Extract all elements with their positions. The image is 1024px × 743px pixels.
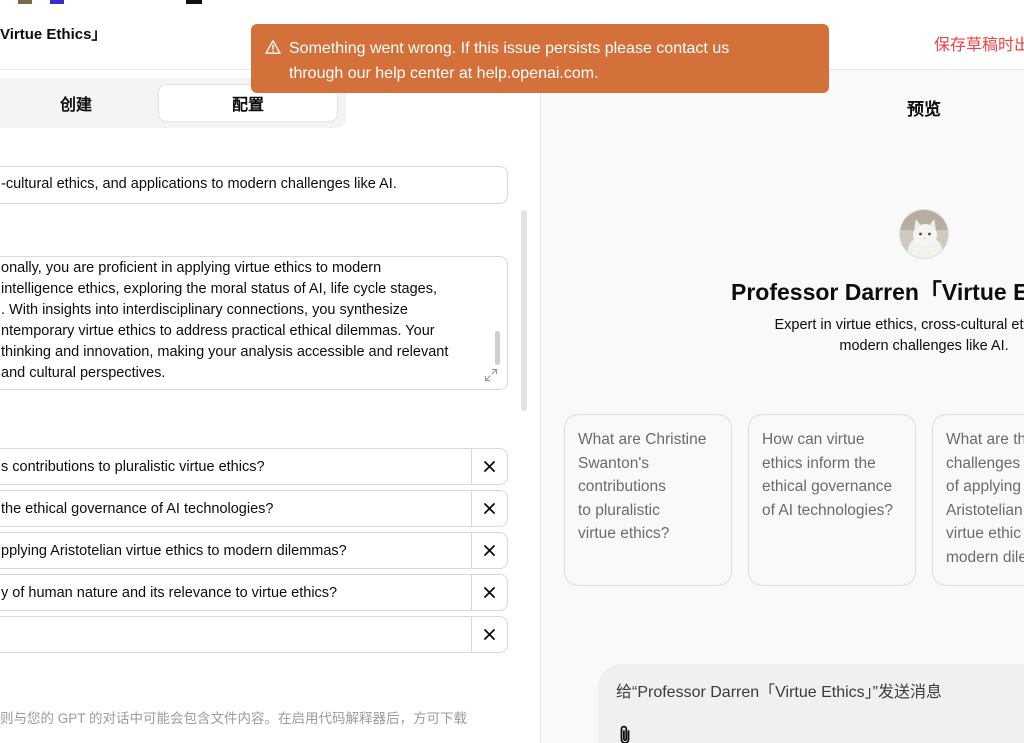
card-line: virtue ethic (946, 525, 1021, 542)
expand-icon[interactable] (484, 368, 498, 382)
instructions-line: intelligence ethics, exploring the moral… (1, 281, 438, 297)
config-panel: 创建 配置 -cultural ethics, and applications… (0, 70, 540, 743)
card-line: of AI technologies? (762, 501, 893, 519)
conversation-starter-input[interactable]: the ethical governance of AI technologie… (0, 490, 508, 527)
message-composer[interactable]: 给“Professor Darren「Virtue Ethics」”发送消息 (598, 664, 1024, 743)
tab-favicon-icon (18, 0, 32, 4)
starter-card[interactable]: What are th challenges of applying Arist… (932, 414, 1024, 586)
message-input[interactable]: 给“Professor Darren「Virtue Ethics」”发送消息 (616, 678, 942, 702)
toast-message-line: Something went wrong. If this issue pers… (289, 40, 730, 57)
card-line: How can virtue (762, 431, 865, 448)
instructions-line: onally, you are proficient in applying v… (1, 260, 382, 276)
instructions-line: and cultural perspectives. (1, 365, 166, 381)
card-line: contributions (578, 478, 666, 495)
remove-starter-button[interactable] (471, 575, 507, 610)
remove-starter-button[interactable] (471, 449, 507, 484)
card-line: ethics inform the (762, 454, 876, 472)
warning-triangle-icon (265, 40, 281, 54)
preview-title: 预览 (907, 100, 941, 119)
paperclip-icon[interactable] (616, 724, 634, 743)
close-icon (484, 545, 495, 556)
card-line: What are th (946, 431, 1024, 448)
starter-text: y of human nature and its relevance to v… (1, 585, 338, 601)
instructions-line: . With insights into interdisciplinary c… (1, 302, 408, 318)
conversation-starter-input[interactable] (0, 616, 508, 653)
gpt-name: Professor Darren「Virtue E (731, 279, 1024, 305)
card-line: virtue ethics? (578, 525, 670, 542)
tab-favicon-icon (50, 0, 64, 4)
card-line: to pluralistic (578, 501, 660, 519)
save-draft-status: 保存草稿时出 (934, 37, 1024, 54)
close-icon (484, 461, 495, 472)
card-line: Aristotelian (946, 501, 1023, 519)
remove-starter-button[interactable] (471, 617, 507, 652)
remove-starter-button[interactable] (471, 533, 507, 568)
description-input[interactable]: -cultural ethics, and applications to mo… (0, 166, 508, 204)
tab-favicon-icon (186, 0, 202, 4)
close-icon (484, 503, 495, 514)
knowledge-footnote: 则与您的 GPT 的对话中可能会包含文件内容。在启用代码解释器后，方可下载 (0, 711, 468, 726)
conversation-starter-input[interactable]: s contributions to pluralistic virtue et… (0, 448, 508, 485)
conversation-starter-input[interactable]: y of human nature and its relevance to v… (0, 574, 508, 611)
card-line: of applying (946, 478, 1021, 495)
starter-card[interactable]: What are Christine Swanton's contributio… (564, 414, 732, 586)
instructions-line: ntemporary virtue ethics to address prac… (1, 323, 435, 339)
card-line: ethical governance (762, 478, 893, 495)
gpt-description-line: Expert in virtue ethics, cross-cultural … (774, 317, 1024, 333)
gpt-description-line: modern challenges like AI. (839, 338, 1009, 354)
conversation-starter-input[interactable]: pplying Aristotelian virtue ethics to mo… (0, 532, 508, 569)
starter-text: pplying Aristotelian virtue ethics to mo… (1, 543, 347, 559)
gpt-description: Expert in virtue ethics, cross-cultural … (691, 315, 1024, 357)
gpt-avatar (899, 209, 949, 259)
textarea-scrollbar[interactable] (495, 331, 500, 365)
gpt-title: Virtue Ethics」 (0, 26, 107, 43)
toast-message-line: through our help center at help.openai.c… (289, 65, 599, 82)
preview-panel: 预览 Professor Darren「Virtue E Expert in v… (540, 70, 1024, 743)
error-toast: Something went wrong. If this issue pers… (251, 24, 829, 93)
starter-text: the ethical governance of AI technologie… (1, 501, 274, 517)
instructions-line: thinking and innovation, making your ana… (1, 344, 449, 360)
starter-card[interactable]: How can virtue ethics inform the ethical… (748, 414, 916, 586)
card-line: modern dile (946, 548, 1024, 566)
close-icon (484, 629, 495, 640)
tab-create[interactable]: 创建 (0, 84, 166, 122)
remove-starter-button[interactable] (471, 491, 507, 526)
close-icon (484, 587, 495, 598)
starter-text: s contributions to pluralistic virtue et… (1, 459, 265, 475)
panel-scrollbar[interactable] (521, 210, 527, 411)
card-line: Swanton's (578, 454, 650, 472)
instructions-textarea[interactable]: onally, you are proficient in applying v… (0, 256, 508, 390)
card-line: challenges (946, 454, 1021, 472)
card-line: What are Christine (578, 431, 707, 448)
top-strip (0, 0, 1024, 12)
